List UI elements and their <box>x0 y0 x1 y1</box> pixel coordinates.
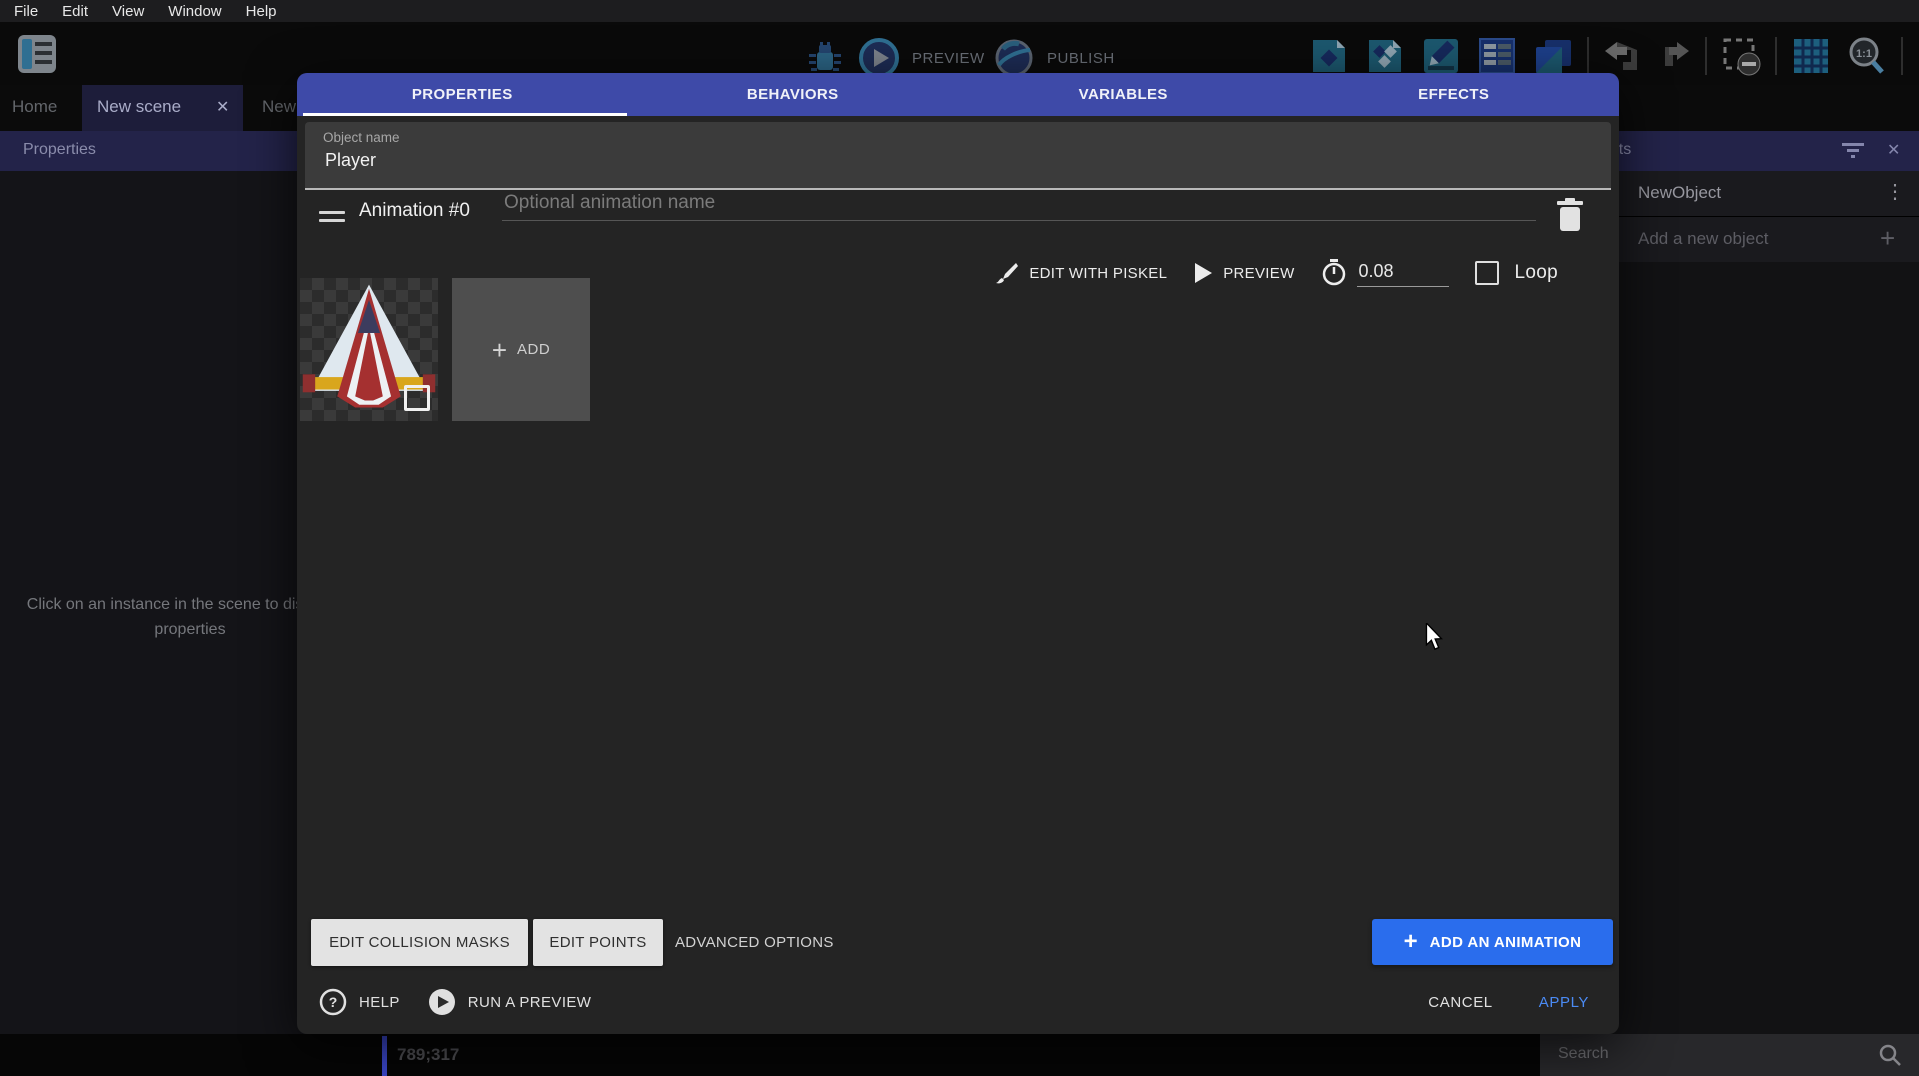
dialog-tab-variables-label: VARIABLES <box>1079 86 1168 103</box>
menu-view[interactable]: View <box>112 3 144 20</box>
dialog-footer: ? HELP RUN A PREVIEW CANCEL APPLY <box>319 984 1589 1020</box>
menu-window[interactable]: Window <box>168 3 221 20</box>
dialog-tab-properties[interactable]: PROPERTIES <box>297 73 628 116</box>
edit-points-button[interactable]: EDIT POINTS <box>533 919 663 966</box>
behaviors-icon[interactable] <box>1363 34 1407 78</box>
mouse-cursor <box>1424 623 1448 653</box>
dialog-tab-variables[interactable]: VARIABLES <box>958 73 1289 116</box>
menu-file[interactable]: File <box>14 3 38 20</box>
sprite-frame-thumbnail[interactable] <box>300 278 438 421</box>
menu-help[interactable]: Help <box>246 3 277 20</box>
help-label: HELP <box>359 994 400 1011</box>
publish-label: PUBLISH <box>1047 50 1115 67</box>
redo-icon[interactable] <box>1653 36 1693 76</box>
apply-button[interactable]: APPLY <box>1539 994 1589 1011</box>
add-animation-plus-icon: + <box>1404 930 1418 954</box>
preview-animation-label: PREVIEW <box>1223 265 1294 282</box>
scene-settings-wrench-icon[interactable] <box>1915 34 1919 78</box>
add-frame-label: ADD <box>517 341 550 358</box>
tab-home[interactable]: Home <box>12 97 57 117</box>
animation-controls-row: EDIT WITH PISKEL PREVIEW Loop <box>995 251 1558 295</box>
menu-bar: File Edit View Window Help <box>0 0 1919 22</box>
loop-checkbox[interactable] <box>1475 261 1499 285</box>
help-button[interactable]: ? HELP <box>319 988 400 1016</box>
dialog-tab-behaviors-label: BEHAVIORS <box>747 86 839 103</box>
brush-icon <box>995 261 1019 285</box>
play-icon <box>1193 262 1213 284</box>
tab-clipped[interactable]: New <box>262 97 296 117</box>
add-an-animation-button[interactable]: + ADD AN ANIMATION <box>1372 919 1613 965</box>
active-tab-indicator <box>303 113 627 116</box>
kebab-menu-icon[interactable]: ⋮ <box>1885 179 1905 204</box>
grid-icon[interactable] <box>1789 34 1833 78</box>
preview-animation-button[interactable]: PREVIEW <box>1193 262 1294 284</box>
dialog-tab-effects-label: EFFECTS <box>1418 86 1489 103</box>
animation-name-input[interactable] <box>502 191 1536 221</box>
properties-panel-title: Properties <box>23 141 96 159</box>
object-name-field-label: Object name <box>323 130 400 145</box>
filter-icon[interactable] <box>1841 142 1865 160</box>
dialog-tab-bar: PROPERTIES BEHAVIORS VARIABLES EFFECTS <box>297 73 1619 116</box>
search-bar <box>1540 1034 1919 1076</box>
frame-select-checkbox[interactable] <box>404 385 430 411</box>
edit-with-piskel-button[interactable]: EDIT WITH PISKEL <box>995 261 1167 285</box>
toolbar-divider <box>1587 37 1589 75</box>
run-a-preview-label: RUN A PREVIEW <box>468 994 592 1011</box>
bottom-bar: 789;317 <box>0 1034 1919 1076</box>
toolbar-divider <box>1775 37 1777 75</box>
advanced-options-button[interactable]: ADVANCED OPTIONS <box>675 919 834 966</box>
animation-drag-handle[interactable] <box>319 211 345 222</box>
object-name-label: NewObject <box>1638 183 1721 203</box>
delete-animation-trash-icon[interactable] <box>1555 197 1585 233</box>
help-question-icon: ? <box>319 988 347 1016</box>
undo-icon[interactable] <box>1601 36 1641 76</box>
dialog-tab-effects[interactable]: EFFECTS <box>1289 73 1620 116</box>
search-icon[interactable] <box>1878 1043 1902 1067</box>
zoom-one-to-one-icon[interactable]: 1:1 <box>1845 34 1889 78</box>
add-object-label: Add a new object <box>1638 229 1768 249</box>
tab-close-icon[interactable]: ✕ <box>216 97 229 117</box>
events-sheet-icon[interactable] <box>1475 34 1519 78</box>
time-between-frames-control <box>1321 259 1449 287</box>
cancel-button[interactable]: CANCEL <box>1428 994 1492 1011</box>
menu-edit[interactable]: Edit <box>62 3 88 20</box>
run-a-preview-button[interactable]: RUN A PREVIEW <box>428 988 592 1016</box>
svg-text:?: ? <box>329 994 338 1010</box>
edit-scene-pencil-icon[interactable] <box>1419 34 1463 78</box>
stopwatch-icon <box>1321 259 1347 287</box>
toolbar-divider <box>1705 37 1707 75</box>
tab-new-scene-label: New scene <box>97 97 181 117</box>
object-editor-dialog: PROPERTIES BEHAVIORS VARIABLES EFFECTS O… <box>297 73 1619 1034</box>
objects-list-icon[interactable] <box>1307 34 1351 78</box>
edit-with-piskel-label: EDIT WITH PISKEL <box>1029 265 1167 282</box>
cursor-coordinates: 789;317 <box>397 1045 459 1065</box>
dialog-tab-behaviors[interactable]: BEHAVIORS <box>628 73 959 116</box>
dialog-tab-properties-label: PROPERTIES <box>412 86 513 103</box>
object-name-input[interactable] <box>323 149 1527 172</box>
toolbar-divider <box>1901 37 1903 75</box>
close-panel-icon[interactable]: ✕ <box>1887 140 1900 160</box>
svg-text:1:1: 1:1 <box>1856 48 1872 60</box>
object-name-field[interactable]: Object name <box>305 122 1611 190</box>
deselect-mask-icon[interactable] <box>1719 34 1763 78</box>
loop-label: Loop <box>1515 262 1558 284</box>
add-object-plus-icon[interactable]: + <box>1880 223 1895 254</box>
edit-collision-masks-button[interactable]: EDIT COLLISION MASKS <box>311 919 528 966</box>
project-manager-icon[interactable] <box>14 31 60 82</box>
animation-title: Animation #0 <box>359 200 470 222</box>
add-frame-plus-icon: + <box>492 337 507 363</box>
layers-icon[interactable] <box>1531 34 1575 78</box>
tab-new-scene[interactable]: New scene ✕ <box>82 85 243 131</box>
status-accent-bar <box>382 1036 387 1076</box>
search-input[interactable] <box>1556 1044 1840 1064</box>
run-preview-play-icon <box>428 988 456 1016</box>
add-animation-label: ADD AN ANIMATION <box>1430 934 1582 951</box>
add-frame-button[interactable]: + ADD <box>452 278 590 421</box>
time-between-frames-input[interactable] <box>1357 260 1449 287</box>
preview-label: PREVIEW <box>912 50 985 67</box>
loop-toggle[interactable]: Loop <box>1475 261 1558 285</box>
